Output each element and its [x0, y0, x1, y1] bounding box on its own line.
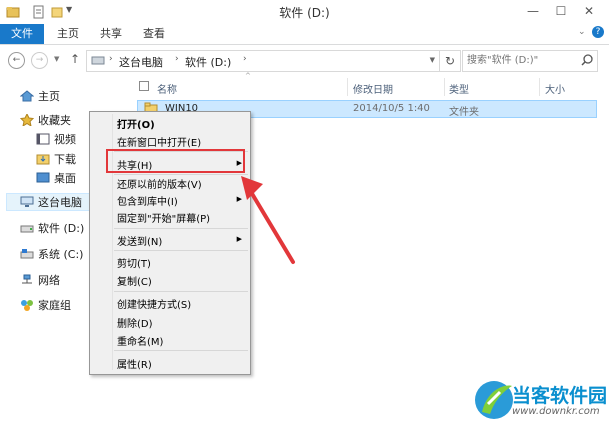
up-icon[interactable]: ↑ [70, 52, 80, 66]
maximize-icon[interactable]: ☐ [548, 1, 574, 21]
star-icon [20, 114, 34, 126]
nav-item-homegroup[interactable]: 家庭组 [20, 297, 71, 313]
tab-view[interactable]: 查看 [138, 24, 170, 44]
column-type[interactable]: 类型 [449, 81, 469, 101]
nav-item-drive-d[interactable]: 软件 (D:) [20, 220, 84, 236]
menu-item-open[interactable]: 打开(O) [117, 116, 155, 131]
breadcrumb-this-pc[interactable]: 这台电脑 [119, 54, 163, 70]
share-highlight-box [106, 149, 245, 173]
menu-separator [114, 250, 248, 251]
menu-separator [114, 228, 248, 229]
select-all-checkbox[interactable] [139, 81, 149, 91]
search-input[interactable] [463, 51, 579, 69]
nav-label: 网络 [38, 274, 60, 287]
menu-item-cut[interactable]: 剪切(T) [117, 255, 151, 270]
nav-label: 软件 (D:) [38, 222, 85, 235]
sort-ascending-icon: ^ [245, 72, 251, 80]
menu-item-delete[interactable]: 删除(D) [117, 315, 153, 330]
tab-share[interactable]: 共享 [95, 24, 127, 44]
menu-separator [114, 350, 248, 351]
desktop-icon [36, 172, 50, 183]
title-bar: ▼ 软件 (D:) — ☐ ✕ [0, 0, 609, 24]
menu-item-create-shortcut[interactable]: 创建快捷方式(S) [117, 296, 191, 311]
recent-dropdown-icon[interactable]: ▼ [54, 55, 59, 63]
breadcrumb-separator-icon: › [175, 54, 179, 64]
nav-label: 收藏夹 [38, 114, 71, 127]
system-drive-icon [20, 249, 34, 259]
menu-separator [114, 174, 248, 175]
nav-item-favorites[interactable]: 收藏夹 [20, 112, 71, 128]
file-date: 2014/10/5 1:40 [353, 103, 430, 114]
column-divider[interactable] [444, 78, 445, 96]
nav-item-desktop[interactable]: 桌面 [36, 170, 76, 186]
tab-home[interactable]: 主页 [52, 24, 84, 44]
close-icon[interactable]: ✕ [576, 1, 602, 21]
computer-icon [20, 196, 34, 207]
nav-label: 这台电脑 [38, 196, 82, 209]
menu-item-pin-start[interactable]: 固定到"开始"屏幕(P) [117, 210, 210, 225]
minimize-icon[interactable]: — [520, 1, 546, 21]
address-bar[interactable]: › 这台电脑 › 软件 (D:) › ▼ [86, 50, 440, 72]
nav-label: 系统 (C:) [38, 248, 84, 261]
search-box[interactable] [462, 50, 598, 72]
menu-item-properties[interactable]: 属性(R) [117, 356, 152, 371]
search-icon[interactable] [580, 53, 594, 67]
menu-item-restore-versions[interactable]: 还原以前的版本(V) [117, 176, 202, 191]
file-type: 文件夹 [449, 107, 479, 118]
column-name[interactable]: 名称 [157, 81, 177, 101]
ribbon-tabs: 文件 主页 共享 查看 ⌄ ? [0, 24, 609, 45]
watermark-brand: 当客软件园 [512, 385, 608, 407]
menu-item-send-to[interactable]: 发送到(N) [117, 233, 162, 248]
address-dropdown-icon[interactable]: ▼ [430, 56, 435, 64]
window-title: 软件 (D:) [279, 6, 330, 20]
nav-item-downloads[interactable]: 下载 [36, 151, 76, 167]
nav-item-drive-c[interactable]: 系统 (C:) [20, 246, 83, 262]
menu-item-copy[interactable]: 复制(C) [117, 273, 152, 288]
drive-icon [20, 225, 34, 233]
menu-separator [114, 291, 248, 292]
nav-item-home[interactable]: 主页 [20, 88, 60, 104]
column-divider[interactable] [347, 78, 348, 96]
nav-label: 下载 [54, 153, 76, 166]
menu-item-include-library[interactable]: 包含到库中(I) [117, 193, 178, 208]
column-divider[interactable] [539, 78, 540, 96]
nav-label: 视频 [54, 133, 76, 146]
back-icon[interactable]: ← [8, 52, 25, 69]
ribbon-expand-icon[interactable]: ⌄ [578, 27, 586, 37]
annotation-arrow-icon [241, 176, 295, 264]
column-size[interactable]: 大小 [545, 81, 565, 101]
nav-label: 家庭组 [38, 299, 71, 312]
video-folder-icon [36, 133, 50, 145]
menu-item-rename[interactable]: 重命名(M) [117, 333, 163, 348]
column-date-modified[interactable]: 修改日期 [353, 81, 393, 101]
homegroup-icon [21, 300, 33, 311]
watermark-url: www.downkr.com [512, 406, 600, 417]
menu-item-open-new-window[interactable]: 在新窗口中打开(E) [117, 134, 201, 149]
address-row: ← → ▼ ↑ › 这台电脑 › 软件 (D:) › ▼ ↻ [0, 45, 609, 75]
nav-label: 主页 [38, 90, 60, 103]
nav-item-videos[interactable]: 视频 [36, 131, 76, 147]
refresh-icon[interactable]: ↻ [440, 50, 461, 72]
home-icon [20, 90, 34, 102]
forward-icon[interactable]: → [31, 52, 48, 69]
computer-icon [91, 56, 105, 65]
breadcrumb-separator-icon: › [109, 54, 113, 64]
help-icon[interactable]: ? [592, 26, 604, 38]
nav-label: 桌面 [54, 172, 76, 185]
breadcrumb-drive[interactable]: 软件 (D:) [185, 54, 231, 70]
breadcrumb-separator-icon: › [243, 54, 247, 64]
download-folder-icon [36, 154, 50, 165]
tab-file[interactable]: 文件 [0, 24, 44, 44]
nav-item-network[interactable]: 网络 [20, 272, 60, 288]
network-icon [22, 274, 32, 284]
